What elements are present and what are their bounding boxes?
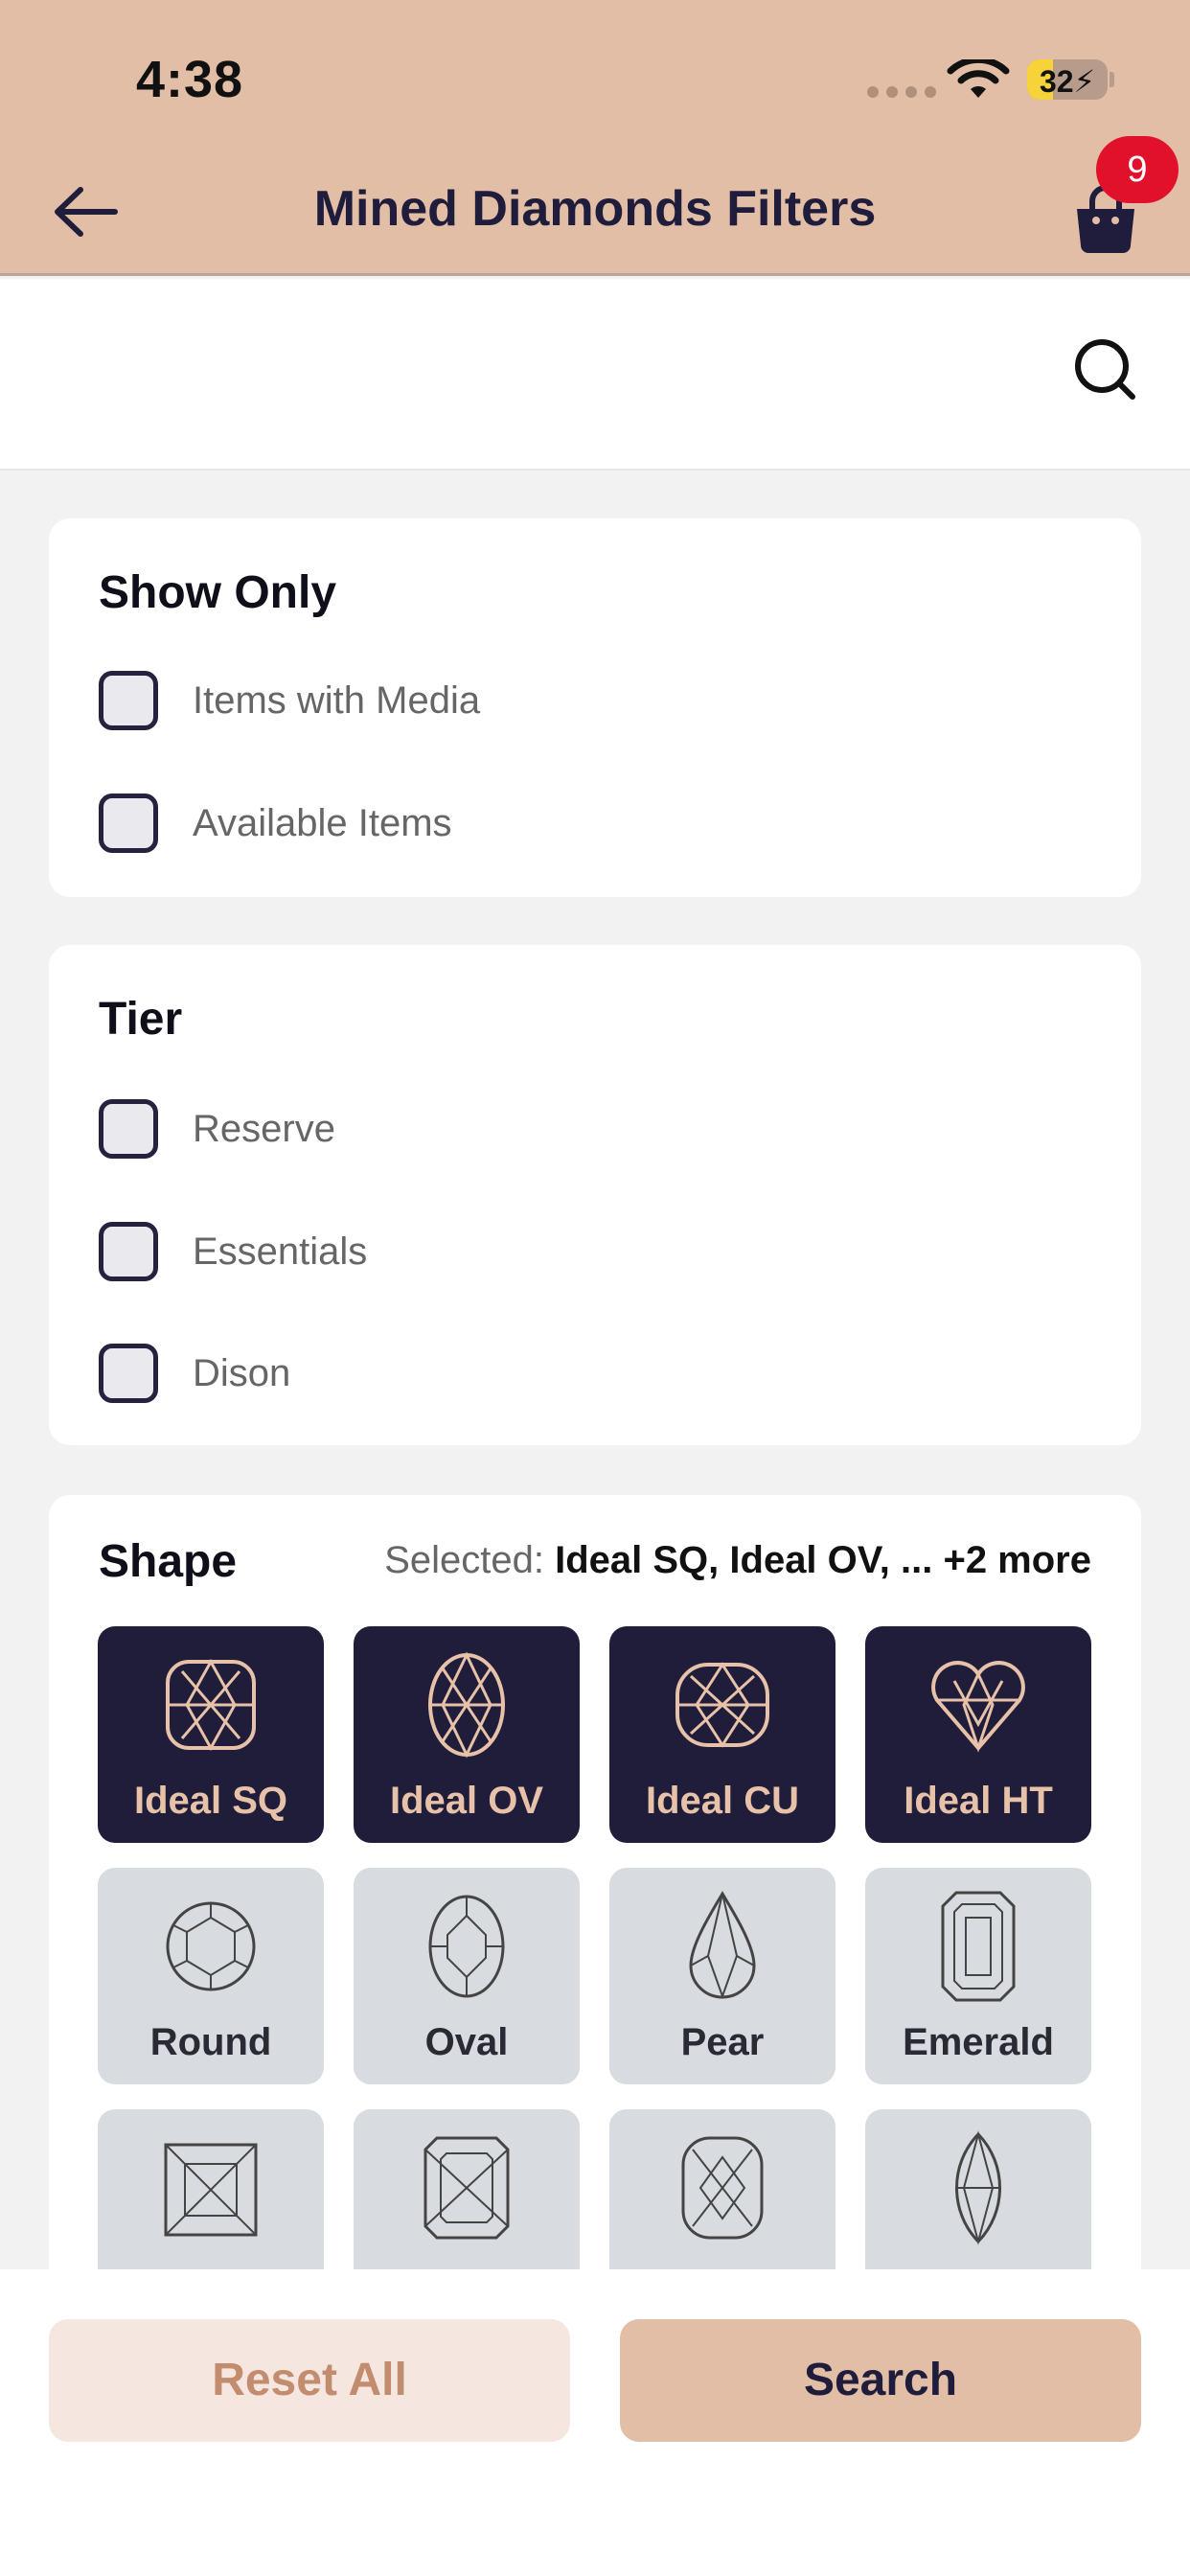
ideal-heart-diamond-icon (931, 1661, 1025, 1753)
radiant-diamond-icon (423, 2136, 510, 2240)
shape-selected-summary[interactable]: Selected: Ideal SQ, Ideal OV, ... +2 mor… (384, 1539, 1091, 1582)
cart-count-badge: 9 (1096, 136, 1179, 203)
checkbox[interactable] (99, 1099, 158, 1159)
shape-card: Shape Selected: Ideal SQ, Ideal OV, ... … (49, 1495, 1141, 2358)
tier-card: Tier Reserve Essentials Dison (49, 945, 1141, 1445)
option-available-items[interactable]: Available Items (99, 793, 452, 854)
shape-name: Pear (680, 2021, 765, 2063)
shape-name: Ideal CU (645, 1780, 800, 1822)
option-items-with-media[interactable]: Items with Media (99, 670, 480, 731)
shape-tile-ideal-ov[interactable]: Ideal OV (354, 1626, 580, 1843)
option-essentials[interactable]: Essentials (99, 1221, 367, 1282)
shape-title: Shape (99, 1536, 238, 1587)
ideal-cushion-diamond-icon (675, 1662, 769, 1748)
battery-icon: 32⚡ (1027, 59, 1108, 100)
shape-tile-emerald[interactable]: Emerald (865, 1868, 1091, 2084)
selected-prefix: Selected: (384, 1539, 544, 1581)
status-time: 4:38 (136, 51, 244, 108)
shape-name: Ideal HT (904, 1780, 1053, 1822)
shape-name: Ideal OV (389, 1780, 544, 1822)
search-icon[interactable] (1071, 335, 1138, 402)
ideal-oval-diamond-icon (428, 1651, 505, 1759)
option-label: Items with Media (193, 678, 481, 722)
signal-icon (867, 86, 936, 98)
selected-value: Ideal SQ, Ideal OV, ... +2 more (555, 1539, 1091, 1581)
option-reserve[interactable]: Reserve (99, 1098, 335, 1160)
search-button[interactable]: Search (620, 2319, 1141, 2442)
tier-title: Tier (99, 994, 183, 1045)
checkbox[interactable] (99, 1344, 158, 1403)
page-title: Mined Diamonds Filters (313, 181, 877, 237)
show-only-title: Show Only (99, 567, 337, 618)
ideal-square-diamond-icon (166, 1658, 256, 1752)
checkbox[interactable] (99, 1222, 158, 1281)
cushion-diamond-icon (681, 2136, 764, 2240)
shape-tile-oval[interactable]: Oval (354, 1868, 580, 2084)
battery-level: 32 (1039, 64, 1074, 99)
oval-diamond-icon (428, 1895, 505, 1998)
shape-tile-ideal-sq[interactable]: Ideal SQ (98, 1626, 324, 1843)
back-arrow-icon[interactable] (48, 180, 125, 243)
checkbox[interactable] (99, 794, 158, 853)
show-only-card: Show Only Items with Media Available Ite… (49, 518, 1141, 897)
bottom-action-bar: Reset All Search (0, 2269, 1190, 2576)
checkbox[interactable] (99, 671, 158, 730)
shape-tile-ideal-cu[interactable]: Ideal CU (609, 1626, 835, 1843)
marquise-diamond-icon (955, 2130, 1001, 2245)
option-label: Dison (193, 1351, 291, 1394)
search-input[interactable] (48, 317, 1044, 423)
wifi-icon (947, 59, 1010, 98)
emerald-diamond-icon (941, 1891, 1016, 2002)
shape-name: Round (149, 2021, 272, 2063)
shape-tile-ideal-ht[interactable]: Ideal HT (865, 1626, 1091, 1843)
shape-tile-pear[interactable]: Pear (609, 1868, 835, 2084)
option-dison[interactable]: Dison (99, 1343, 290, 1404)
option-label: Reserve (193, 1107, 335, 1150)
option-label: Available Items (193, 801, 452, 844)
shape-name: Ideal SQ (133, 1780, 288, 1822)
navigation-bar: Mined Diamonds Filters (0, 144, 1190, 276)
option-label: Essentials (193, 1230, 368, 1273)
status-bar: 4:38 32⚡ (0, 0, 1190, 144)
search-bar (0, 279, 1190, 471)
round-diamond-icon (166, 1901, 256, 1991)
princess-diamond-icon (164, 2143, 258, 2237)
pear-diamond-icon (689, 1891, 756, 1999)
shape-name: Emerald (903, 2021, 1054, 2063)
shape-name: Oval (424, 2021, 509, 2063)
reset-all-button[interactable]: Reset All (49, 2319, 570, 2442)
shape-tile-round[interactable]: Round (98, 1868, 324, 2084)
